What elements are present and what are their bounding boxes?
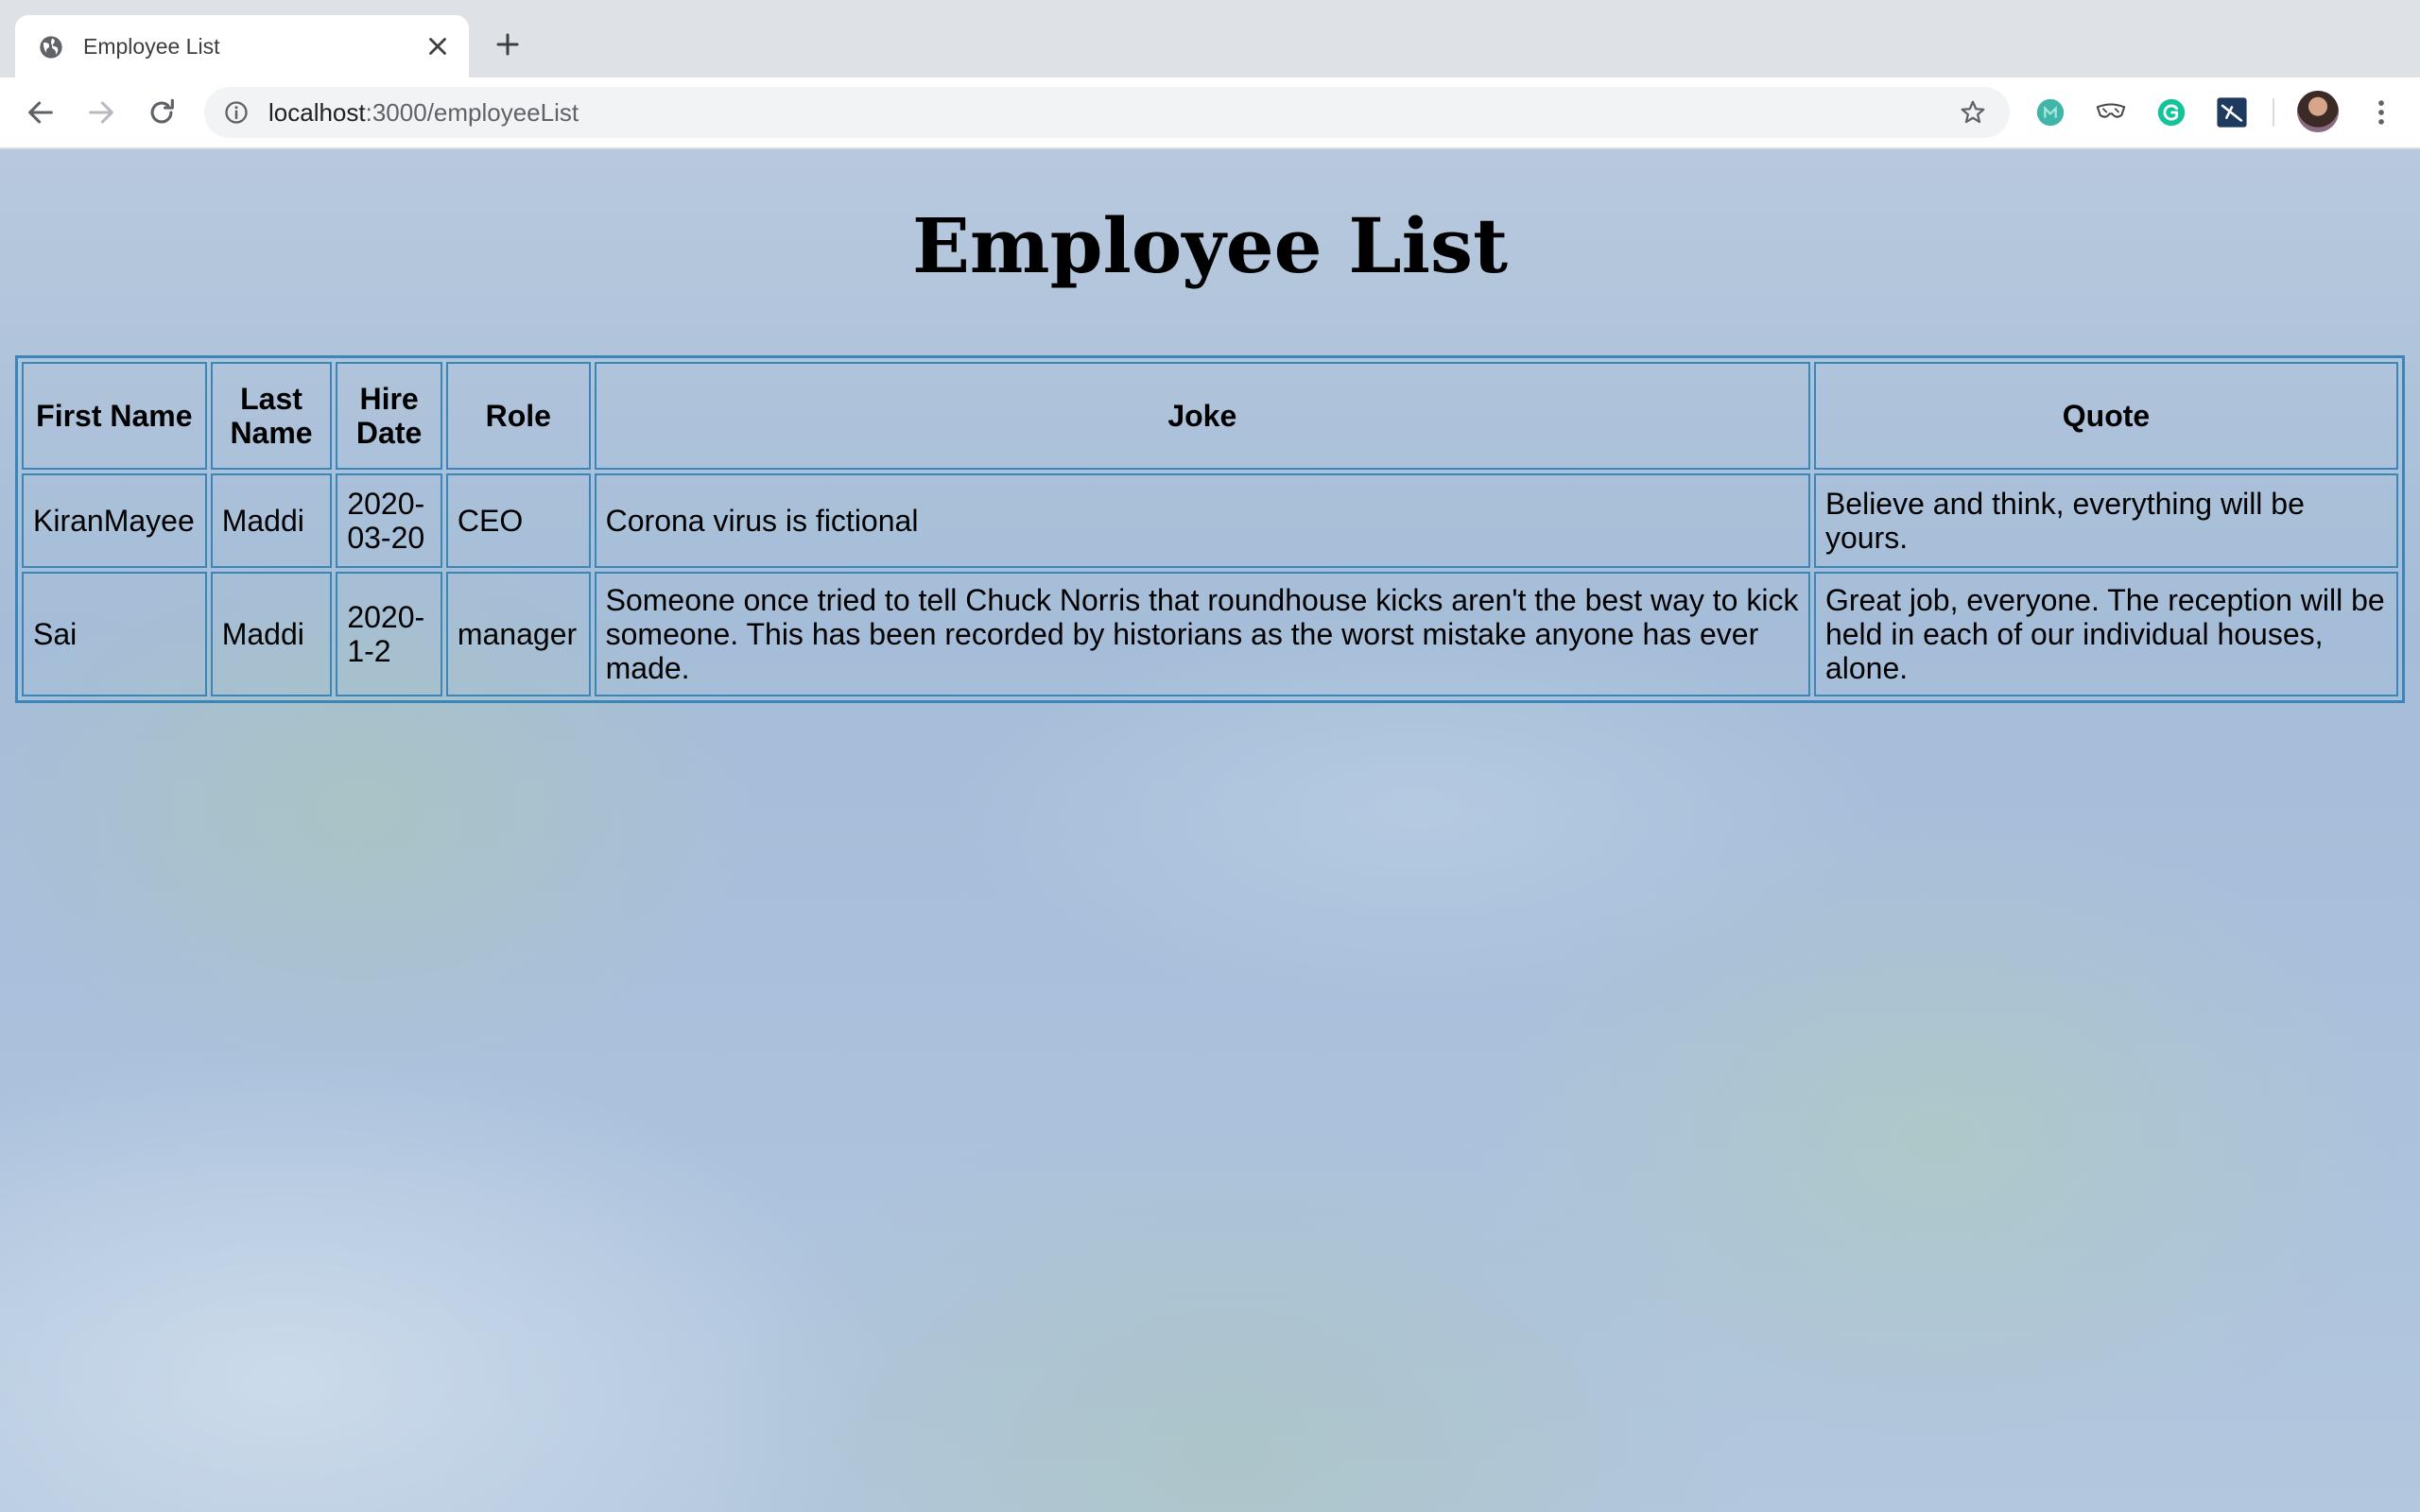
table-row: KiranMayee Maddi 2020-03-20 CEO Corona v… bbox=[22, 473, 2398, 568]
plus-icon[interactable] bbox=[493, 30, 522, 59]
extension-icon[interactable] bbox=[2216, 96, 2248, 129]
header-hire-date: Hire Date bbox=[336, 362, 442, 470]
cell-joke: Someone once tried to tell Chuck Norris … bbox=[594, 572, 1810, 696]
avatar[interactable] bbox=[2297, 91, 2339, 132]
cell-hire-date: 2020-03-20 bbox=[336, 473, 442, 568]
header-role: Role bbox=[445, 362, 591, 470]
forward-icon[interactable] bbox=[85, 96, 117, 129]
cell-role: manager bbox=[445, 572, 591, 696]
extension-icon[interactable] bbox=[2034, 96, 2066, 129]
cell-quote: Believe and think, everything will be yo… bbox=[1813, 473, 2398, 568]
page-content: Employee List First Name Last Name Hire … bbox=[0, 149, 2420, 1512]
cell-quote: Great job, everyone. The reception will … bbox=[1813, 572, 2398, 696]
cell-last-name: Maddi bbox=[210, 473, 333, 568]
back-icon[interactable] bbox=[25, 96, 57, 129]
header-joke: Joke bbox=[594, 362, 1810, 470]
info-icon[interactable] bbox=[223, 99, 250, 126]
cell-role: CEO bbox=[445, 473, 591, 568]
table-row: Sai Maddi 2020-1-2 manager Someone once … bbox=[22, 572, 2398, 696]
toolbar-divider bbox=[2273, 98, 2274, 127]
extension-icon[interactable] bbox=[2155, 96, 2187, 129]
browser-tab[interactable]: Employee List bbox=[15, 15, 469, 77]
globe-icon bbox=[38, 34, 64, 60]
table-header-row: First Name Last Name Hire Date Role Joke… bbox=[22, 362, 2398, 470]
cell-joke: Corona virus is fictional bbox=[594, 473, 1810, 568]
header-first-name: First Name bbox=[22, 362, 207, 470]
cell-first-name: Sai bbox=[22, 572, 207, 696]
url-text[interactable]: localhost:3000/employeeList bbox=[268, 95, 579, 129]
url-path: :3000/employeeList bbox=[365, 98, 579, 127]
address-bar[interactable]: localhost:3000/employeeList bbox=[204, 87, 2010, 138]
header-last-name: Last Name bbox=[210, 362, 333, 470]
star-icon[interactable] bbox=[1959, 98, 1987, 127]
cell-hire-date: 2020-1-2 bbox=[336, 572, 442, 696]
url-host: localhost bbox=[268, 98, 366, 127]
reload-icon[interactable] bbox=[146, 96, 178, 129]
tab-strip: Employee List bbox=[0, 0, 2420, 77]
browser-toolbar: localhost:3000/employeeList bbox=[0, 77, 2420, 149]
header-quote: Quote bbox=[1813, 362, 2398, 470]
cell-first-name: KiranMayee bbox=[22, 473, 207, 568]
employee-table: First Name Last Name Hire Date Role Joke… bbox=[15, 355, 2405, 703]
extension-icon[interactable] bbox=[2095, 96, 2127, 129]
close-icon[interactable] bbox=[424, 32, 452, 60]
tab-title: Employee List bbox=[83, 34, 220, 59]
page-title: Employee List bbox=[911, 201, 1509, 290]
more-vert-icon[interactable] bbox=[2365, 96, 2397, 129]
cell-last-name: Maddi bbox=[210, 572, 333, 696]
